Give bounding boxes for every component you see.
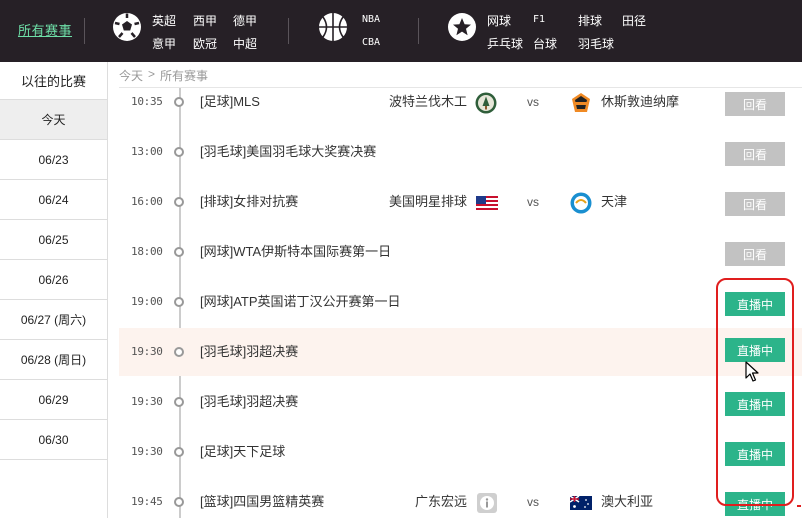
match-title[interactable]: [网球]ATP英国诺丁汉公开赛第一日: [200, 288, 401, 316]
match-time: 19:30: [131, 345, 163, 358]
match-title[interactable]: [足球]天下足球: [200, 438, 285, 466]
nav-link-billiards[interactable]: 台球: [533, 35, 557, 52]
nav-link-volleyball[interactable]: 排球: [578, 12, 602, 29]
nav-link-la-liga[interactable]: 西甲: [193, 12, 217, 29]
australia-flag-icon: [570, 495, 592, 510]
away-team: 休斯敦迪纳摩: [601, 94, 680, 109]
breadcrumb-today[interactable]: 今天: [119, 67, 143, 84]
highlight-box: [716, 278, 794, 506]
timeline-dot: [174, 297, 184, 307]
sidebar-item-0625[interactable]: 06/25: [0, 220, 107, 260]
timeline-dot: [174, 397, 184, 407]
top-nav: 所有赛事 英超 西甲 德甲 意甲 欧冠 中超 NBA CBA 网球 F1 排球 …: [0, 0, 802, 62]
nav-link-cba[interactable]: CBA: [362, 37, 380, 48]
replay-button[interactable]: 回看: [725, 192, 785, 216]
nav-link-premier-league[interactable]: 英超: [152, 12, 176, 29]
sidebar-item-today[interactable]: 今天: [0, 100, 107, 140]
sidebar-item-0630[interactable]: 06/30: [0, 420, 107, 460]
replay-button[interactable]: 回看: [725, 142, 785, 166]
home-team: 广东宏远: [414, 494, 467, 509]
match-title[interactable]: [羽毛球]羽超决赛: [200, 338, 298, 366]
match-row: 10:35 [足球]MLS 波特兰伐木工 vs 休斯敦迪纳摩 回看: [119, 88, 802, 138]
home-team: 美国明星排球: [388, 194, 467, 209]
portland-timbers-logo-icon: [475, 92, 497, 114]
breadcrumb-current: 所有赛事: [160, 69, 209, 83]
sidebar-item-0626[interactable]: 06/26: [0, 260, 107, 300]
highlight-mark: [797, 505, 801, 507]
nav-link-nba[interactable]: NBA: [362, 14, 380, 25]
match-time: 19:45: [131, 495, 163, 508]
nav-divider: [418, 18, 419, 44]
timeline-dot: [174, 347, 184, 357]
info-icon: [477, 493, 497, 513]
mouse-cursor-icon: [745, 361, 759, 382]
match-row: 18:00 [网球]WTA伊斯特本国际赛第一日 回看: [119, 238, 802, 288]
date-sidebar: 以往的比赛 今天 06/23 06/24 06/25 06/26 06/27 (…: [0, 62, 108, 518]
nav-link-f1[interactable]: F1: [533, 14, 545, 25]
sidebar-item-0627[interactable]: 06/27 (周六): [0, 300, 107, 340]
vs-label: vs: [527, 495, 539, 509]
tianjin-logo-icon: [570, 192, 592, 214]
timeline-dot: [174, 147, 184, 157]
match-title[interactable]: [排球]女排对抗赛: [200, 188, 298, 216]
match-row: 16:00 [排球]女排对抗赛 美国明星排球 vs 天津 回看: [119, 188, 802, 238]
match-time: 10:35: [131, 95, 163, 108]
match-time: 16:00: [131, 195, 163, 208]
timeline-dot: [174, 97, 184, 107]
home-team: 波特兰伐木工: [388, 94, 467, 109]
timeline-dot: [174, 247, 184, 257]
timeline-dot: [174, 447, 184, 457]
match-title[interactable]: [篮球]四国男篮精英赛: [200, 488, 324, 516]
sidebar-item-0623[interactable]: 06/23: [0, 140, 107, 180]
usa-flag-icon: [476, 196, 498, 210]
match-row-highlighted: 19:30 [羽毛球]羽超决赛 直播中: [119, 328, 802, 376]
nav-link-csl[interactable]: 中超: [233, 35, 257, 52]
replay-button[interactable]: 回看: [725, 92, 785, 116]
away-team: 澳大利亚: [601, 494, 654, 509]
match-time: 18:00: [131, 245, 163, 258]
sidebar-item-0629[interactable]: 06/29: [0, 380, 107, 420]
nav-link-table-tennis[interactable]: 乒乓球: [487, 35, 523, 52]
match-title[interactable]: [羽毛球]羽超决赛: [200, 388, 298, 416]
away-team: 天津: [601, 194, 628, 209]
soccer-ball-icon[interactable]: [112, 12, 142, 42]
sidebar-item-history[interactable]: 以往的比赛: [0, 62, 107, 100]
timeline-dot: [174, 497, 184, 507]
nav-link-badminton[interactable]: 羽毛球: [578, 35, 614, 52]
nav-divider: [288, 18, 289, 44]
match-time: 19:30: [131, 445, 163, 458]
houston-dynamo-logo-icon: [572, 93, 590, 112]
nav-link-serie-a[interactable]: 意甲: [152, 35, 176, 52]
match-title[interactable]: [足球]MLS: [200, 88, 260, 116]
match-time: 19:30: [131, 395, 163, 408]
vs-label: vs: [527, 195, 539, 209]
timeline-dot: [174, 197, 184, 207]
breadcrumb: 今天 > 所有赛事: [119, 67, 208, 84]
match-row: 13:00 [羽毛球]美国羽毛球大奖赛决赛 回看: [119, 138, 802, 188]
sidebar-item-0624[interactable]: 06/24: [0, 180, 107, 220]
match-title[interactable]: [羽毛球]美国羽毛球大奖赛决赛: [200, 138, 376, 166]
nav-link-champions-league[interactable]: 欧冠: [193, 35, 217, 52]
nav-link-bundesliga[interactable]: 德甲: [233, 12, 257, 29]
nav-link-athletics[interactable]: 田径: [622, 12, 646, 29]
match-title[interactable]: [网球]WTA伊斯特本国际赛第一日: [200, 238, 391, 266]
match-row: 19:45 [篮球]四国男篮精英赛 广东宏远 vs 澳大利亚 直播中: [119, 488, 802, 518]
match-row: 19:30 [羽毛球]羽超决赛 直播中: [119, 388, 802, 438]
nav-link-tennis[interactable]: 网球: [487, 12, 511, 29]
nav-divider: [84, 18, 85, 44]
all-events-link[interactable]: 所有赛事: [18, 20, 72, 39]
star-icon[interactable]: [447, 12, 477, 42]
match-time: 13:00: [131, 145, 163, 158]
vs-label: vs: [527, 95, 539, 109]
match-row: 19:30 [足球]天下足球 直播中: [119, 438, 802, 488]
breadcrumb-separator: >: [148, 67, 156, 81]
match-time: 19:00: [131, 295, 163, 308]
replay-button[interactable]: 回看: [725, 242, 785, 266]
sidebar-item-0628[interactable]: 06/28 (周日): [0, 340, 107, 380]
basketball-icon[interactable]: [318, 12, 348, 42]
